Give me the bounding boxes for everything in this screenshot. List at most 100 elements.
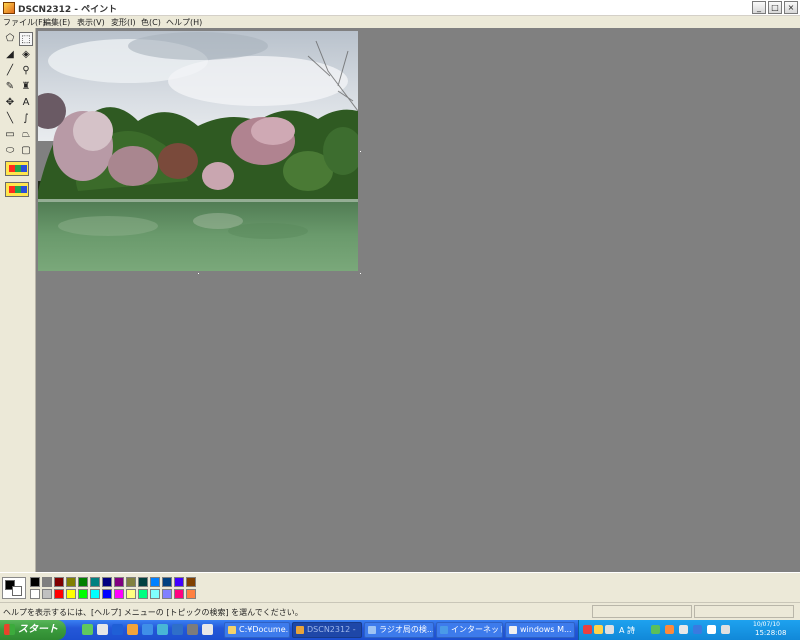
color-box xyxy=(0,572,800,602)
rect-select-icon[interactable]: ⬚ xyxy=(19,32,33,46)
close-button[interactable]: × xyxy=(784,1,798,14)
palette-swatch[interactable] xyxy=(126,589,136,599)
paint-app-icon[interactable] xyxy=(3,2,15,14)
tray-icon[interactable] xyxy=(721,625,730,634)
resize-handle-right[interactable] xyxy=(359,150,362,153)
eraser-icon[interactable]: ◢ xyxy=(3,48,17,62)
fill-icon[interactable]: ◈ xyxy=(19,48,33,62)
palette-swatch[interactable] xyxy=(78,589,88,599)
palette-swatch[interactable] xyxy=(90,589,100,599)
text-icon[interactable]: A xyxy=(19,96,33,110)
resize-handle-bottom[interactable] xyxy=(197,272,200,275)
palette-swatch[interactable] xyxy=(126,577,136,587)
task-label: DSCN2312 - xyxy=(307,625,356,634)
palette-swatch[interactable] xyxy=(162,577,172,587)
title-bar: DSCN2312 - ペイント _ □ × xyxy=(0,0,800,16)
palette-swatch[interactable] xyxy=(186,589,196,599)
quick-launch-icon[interactable] xyxy=(187,624,198,635)
palette-swatch[interactable] xyxy=(42,577,52,587)
free-form-select-icon[interactable]: ⬠ xyxy=(3,32,17,46)
tray-icon[interactable] xyxy=(594,625,603,634)
palette-swatch[interactable] xyxy=(102,577,112,587)
canvas-area[interactable] xyxy=(36,28,800,572)
menu-view[interactable]: 表示(V) xyxy=(77,17,105,28)
palette-swatch[interactable] xyxy=(186,577,196,587)
airbrush-icon[interactable]: ✥ xyxy=(3,96,17,110)
menu-file[interactable]: ファイル(F) xyxy=(3,17,46,28)
polygon-icon[interactable]: ⏢ xyxy=(19,128,33,142)
quick-launch-icon[interactable] xyxy=(142,624,153,635)
option-swatch xyxy=(21,165,27,172)
taskbar-button[interactable]: インターネット... xyxy=(436,622,503,638)
palette-swatch[interactable] xyxy=(54,589,64,599)
palette-swatch[interactable] xyxy=(174,577,184,587)
tray-icon[interactable] xyxy=(651,625,660,634)
line-icon[interactable]: ╲ xyxy=(3,112,17,126)
rectangle-icon[interactable]: ▭ xyxy=(3,128,17,142)
palette-swatch[interactable] xyxy=(54,577,64,587)
tray-icon[interactable] xyxy=(693,625,702,634)
quick-launch-icon[interactable] xyxy=(82,624,93,635)
brush-icon[interactable]: ♜ xyxy=(19,80,33,94)
tool-option-transparent[interactable] xyxy=(5,182,29,197)
palette-swatch[interactable] xyxy=(138,589,148,599)
clock-time[interactable]: 15:28:08 xyxy=(755,629,786,637)
tray-icon[interactable] xyxy=(583,625,592,634)
image-canvas[interactable] xyxy=(38,31,358,271)
color-picker-icon[interactable]: ╱ xyxy=(3,64,17,78)
task-label: ラジオ局の検... xyxy=(379,625,434,634)
palette-swatch[interactable] xyxy=(30,577,40,587)
option-swatch xyxy=(21,186,27,193)
palette-swatch[interactable] xyxy=(114,589,124,599)
quick-launch-icon[interactable] xyxy=(127,624,138,635)
curve-icon[interactable]: ∫ xyxy=(19,112,33,126)
tray-icon[interactable] xyxy=(679,625,688,634)
palette-swatch[interactable] xyxy=(174,589,184,599)
minimize-button[interactable]: _ xyxy=(752,1,766,14)
tray-icon[interactable] xyxy=(707,625,716,634)
taskbar-button[interactable]: DSCN2312 - xyxy=(292,622,362,638)
pencil-icon[interactable]: ✎ xyxy=(3,80,17,94)
tray-icon[interactable] xyxy=(665,625,674,634)
palette-swatch[interactable] xyxy=(114,577,124,587)
status-cell-position xyxy=(592,605,692,618)
maximize-button[interactable]: □ xyxy=(768,1,782,14)
quick-launch-icon[interactable] xyxy=(112,624,123,635)
menu-help[interactable]: ヘルプ(H) xyxy=(166,17,202,28)
taskbar-button[interactable]: ラジオ局の検... xyxy=(364,622,434,638)
palette-swatch[interactable] xyxy=(150,577,160,587)
menu-colors[interactable]: 色(C) xyxy=(141,17,161,28)
tray-icon[interactable] xyxy=(605,625,614,634)
task-app-icon xyxy=(368,626,376,634)
palette-swatch[interactable] xyxy=(138,577,148,587)
taskbar-button[interactable]: C:¥Docume... xyxy=(224,622,290,638)
palette-swatch[interactable] xyxy=(90,577,100,587)
tool-option-opaque[interactable] xyxy=(5,161,29,176)
rounded-rect-icon[interactable]: ▢ xyxy=(19,144,33,158)
menu-image[interactable]: 変形(I) xyxy=(111,17,136,28)
start-button[interactable]: スタート xyxy=(0,620,66,640)
palette-swatch[interactable] xyxy=(66,577,76,587)
palette-swatch[interactable] xyxy=(66,589,76,599)
palette-swatch[interactable] xyxy=(102,589,112,599)
palette-swatch[interactable] xyxy=(162,589,172,599)
palette-swatch[interactable] xyxy=(78,577,88,587)
quick-launch-icon[interactable] xyxy=(202,624,213,635)
system-tray: A 詩 10/07/10 15:28:08 xyxy=(578,620,800,640)
start-label: スタート xyxy=(18,624,58,635)
taskbar-button[interactable]: windows M... xyxy=(505,622,575,638)
ime-indicator[interactable]: A 詩 xyxy=(619,625,635,636)
resize-handle-corner[interactable] xyxy=(359,272,362,275)
palette-swatch[interactable] xyxy=(150,589,160,599)
palette-swatch[interactable] xyxy=(30,589,40,599)
quick-launch-icon[interactable] xyxy=(172,624,183,635)
ellipse-icon[interactable]: ⬭ xyxy=(3,144,17,158)
menu-edit[interactable]: 編集(E) xyxy=(43,17,70,28)
background-color[interactable] xyxy=(12,586,22,596)
palette-swatch[interactable] xyxy=(42,589,52,599)
clock-date[interactable]: 10/07/10 xyxy=(753,621,780,628)
quick-launch-icon[interactable] xyxy=(157,624,168,635)
quick-launch-icon[interactable] xyxy=(97,624,108,635)
magnifier-icon[interactable]: ⚲ xyxy=(19,64,33,78)
task-app-icon xyxy=(296,626,304,634)
